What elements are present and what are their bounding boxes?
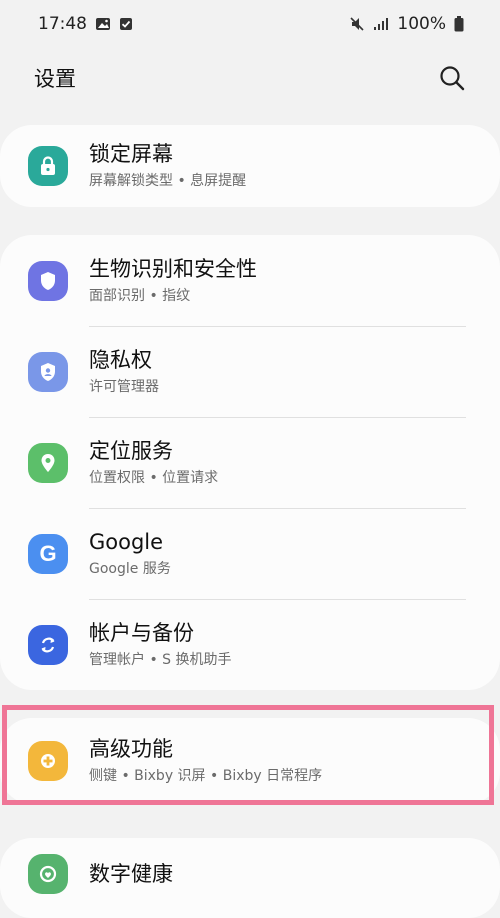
google-texts: Google Google 服务 xyxy=(89,508,171,599)
advanced-texts: 高级功能 侧键 • Bixby 识屏 • Bixby 日常程序 xyxy=(89,718,322,804)
lock-screen-card: 锁定屏幕 屏幕解锁类型 • 息屏提醒 xyxy=(0,125,500,207)
location-pin-icon xyxy=(28,442,68,483)
advanced-card: 高级功能 侧键 • Bixby 识屏 • Bixby 日常程序 xyxy=(0,718,500,804)
wellbeing-texts: 数字健康 xyxy=(89,838,173,918)
lock-screen-item[interactable]: 锁定屏幕 屏幕解锁类型 • 息屏提醒 xyxy=(0,125,500,207)
google-g-icon: G xyxy=(28,533,68,574)
location-title: 定位服务 xyxy=(89,439,173,463)
battery-icon xyxy=(454,16,464,32)
wellbeing-card: 数字健康 xyxy=(0,838,500,918)
mute-icon xyxy=(349,16,365,32)
search-icon xyxy=(440,66,465,91)
sync-icon xyxy=(28,624,68,665)
lock-screen-subtitle: 屏幕解锁类型 • 息屏提醒 xyxy=(89,173,247,189)
check-notification-icon xyxy=(119,17,133,31)
privacy-texts: 隐私权 许可管理器 xyxy=(89,326,159,417)
header: 设置 xyxy=(0,52,500,104)
biometrics-texts: 生物识别和安全性 面部识别 • 指纹 xyxy=(89,235,257,326)
accounts-item[interactable]: 帐户与备份 管理帐户 • S 换机助手 xyxy=(0,599,500,690)
wellbeing-title: 数字健康 xyxy=(89,861,173,886)
accounts-subtitle: 管理帐户 • S 换机助手 xyxy=(89,652,232,668)
google-item[interactable]: G Google Google 服务 xyxy=(0,508,500,599)
battery-percent: 100% xyxy=(397,14,446,34)
wellbeing-item[interactable]: 数字健康 xyxy=(0,838,500,918)
accounts-texts: 帐户与备份 管理帐户 • S 换机助手 xyxy=(89,599,232,690)
biometrics-item[interactable]: 生物识别和安全性 面部识别 • 指纹 xyxy=(0,235,500,326)
advanced-item[interactable]: 高级功能 侧键 • Bixby 识屏 • Bixby 日常程序 xyxy=(0,718,500,804)
biometrics-subtitle: 面部识别 • 指纹 xyxy=(89,288,191,304)
search-button[interactable] xyxy=(432,58,472,98)
status-bar: 17:48 100% xyxy=(0,0,500,48)
location-texts: 定位服务 位置权限 • 位置请求 xyxy=(89,417,218,508)
accounts-title: 帐户与备份 xyxy=(89,621,194,645)
lock-icon xyxy=(28,145,68,186)
plus-gear-icon xyxy=(28,740,68,781)
status-right: 100% xyxy=(349,14,464,34)
location-subtitle: 位置权限 • 位置请求 xyxy=(89,470,219,486)
location-item[interactable]: 定位服务 位置权限 • 位置请求 xyxy=(0,417,500,508)
advanced-title: 高级功能 xyxy=(89,737,173,761)
privacy-subtitle: 许可管理器 xyxy=(89,379,159,395)
privacy-shield-icon xyxy=(28,351,68,392)
status-left: 17:48 xyxy=(38,14,133,34)
signal-icon xyxy=(373,17,389,31)
lock-screen-title: 锁定屏幕 xyxy=(89,142,173,166)
advanced-subtitle: 侧键 • Bixby 识屏 • Bixby 日常程序 xyxy=(89,768,323,784)
biometrics-title: 生物识别和安全性 xyxy=(89,257,257,281)
google-subtitle: Google 服务 xyxy=(89,561,171,577)
google-title: Google xyxy=(89,530,164,554)
gallery-icon xyxy=(95,17,111,31)
lock-screen-texts: 锁定屏幕 屏幕解锁类型 • 息屏提醒 xyxy=(89,125,246,207)
page-title: 设置 xyxy=(34,67,76,91)
shield-icon xyxy=(28,260,68,301)
privacy-item[interactable]: 隐私权 许可管理器 xyxy=(0,326,500,417)
security-card: 生物识别和安全性 面部识别 • 指纹 隐私权 许可管理器 定位服务 位置权限 •… xyxy=(0,235,500,690)
status-time: 17:48 xyxy=(38,14,87,34)
privacy-title: 隐私权 xyxy=(89,348,152,372)
